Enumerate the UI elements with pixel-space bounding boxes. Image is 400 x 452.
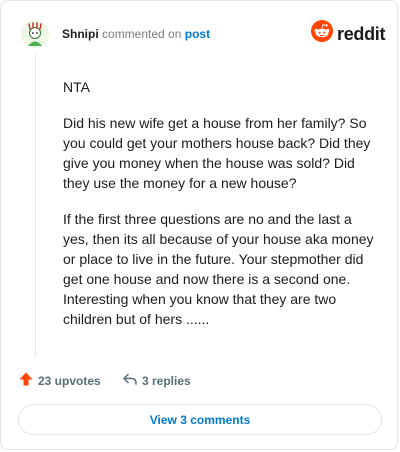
reddit-brand[interactable]: reddit: [311, 20, 386, 47]
replies-button[interactable]: 3 replies: [122, 371, 191, 390]
comment-header: Shnipi commented on post: [62, 27, 210, 41]
thread-line[interactable]: [35, 53, 36, 357]
reddit-snoo-icon: [311, 20, 333, 47]
comment-paragraph: If the first three questions are no and …: [63, 211, 374, 327]
upvote-count: 23 upvotes: [38, 373, 101, 388]
reply-count: 3 replies: [142, 373, 191, 388]
comment-body: NTA Did his new wife get a house from he…: [63, 77, 381, 345]
reply-arrow-icon: [122, 371, 138, 390]
comment-paragraph: NTA: [63, 79, 90, 95]
avatar[interactable]: [21, 20, 49, 48]
upvote-arrow-icon: [18, 371, 34, 390]
post-link[interactable]: post: [185, 27, 210, 41]
reddit-wordmark: reddit: [337, 23, 386, 44]
comment-paragraph: Did his new wife get a house from her fa…: [63, 115, 371, 191]
comment-embed-card: Shnipi commented on post reddit NTA Did …: [0, 0, 398, 450]
username[interactable]: Shnipi: [62, 27, 99, 41]
upvote-button[interactable]: 23 upvotes: [18, 371, 101, 390]
action-text: commented on: [102, 27, 182, 41]
view-comments-button[interactable]: View 3 comments: [18, 404, 382, 435]
